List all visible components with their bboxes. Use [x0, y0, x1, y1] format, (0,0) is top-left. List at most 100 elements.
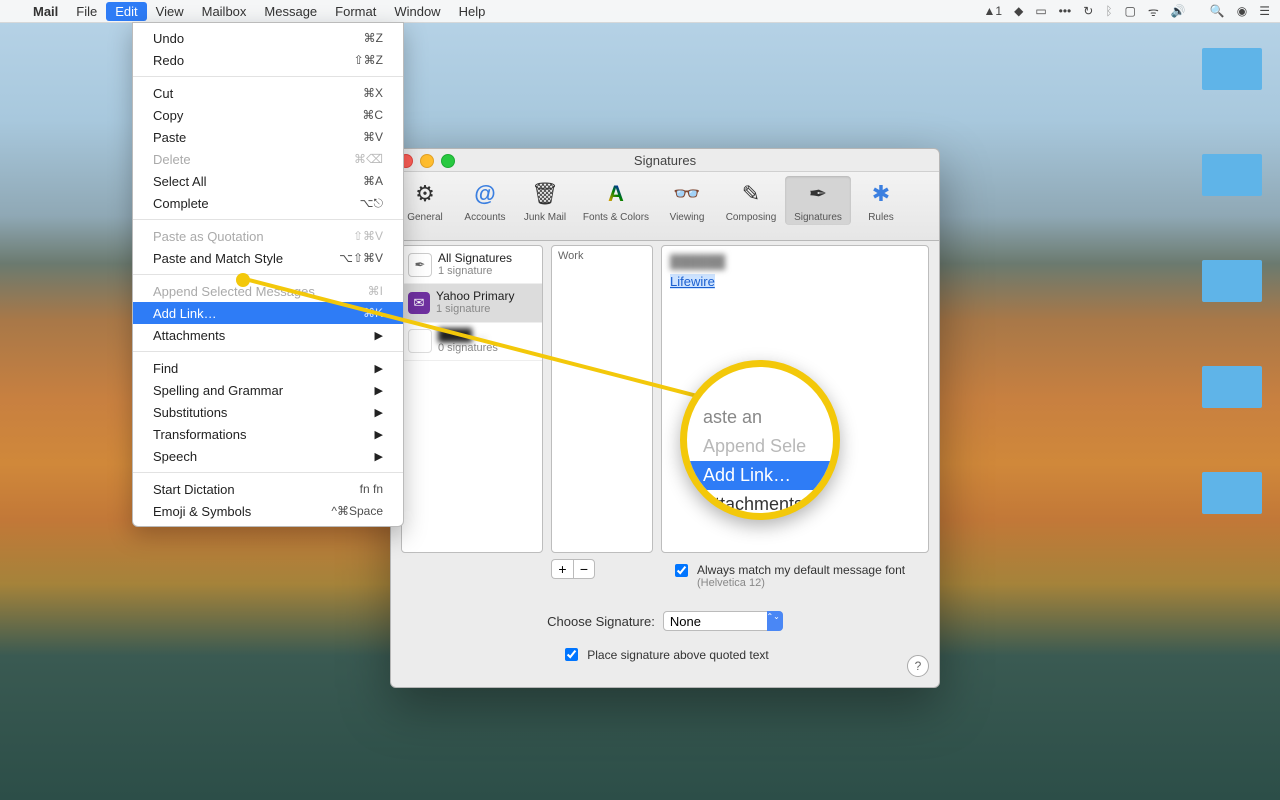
menu-find[interactable]: Find▶ — [133, 357, 403, 379]
menu-paste-quotation: Paste as Quotation⇧⌘V — [133, 225, 403, 247]
tab-composing[interactable]: ✎Composing — [717, 176, 785, 225]
account-yahoo[interactable]: ✉ Yahoo Primary1 signature — [402, 284, 542, 322]
rules-icon: ✱ — [865, 178, 897, 210]
annotation-dot — [236, 273, 250, 287]
dropbox-icon[interactable]: ◆ — [1014, 4, 1023, 18]
menu-delete: Delete⌘⌫ — [133, 148, 403, 170]
signatures-list[interactable]: Work — [551, 245, 653, 553]
place-above-row: Place signature above quoted text — [391, 645, 939, 664]
signatures-content: ✒︎ All Signatures1 signature ✉ Yahoo Pri… — [391, 237, 939, 687]
menubar-item-edit[interactable]: Edit — [106, 2, 146, 21]
volume-icon[interactable]: 🔊 — [1171, 4, 1186, 18]
widget-square — [1202, 366, 1262, 408]
signature-link[interactable]: Lifewire — [670, 274, 715, 289]
account-google[interactable]: G ████ …0 signatures — [402, 323, 542, 361]
display-icon[interactable]: ▭ — [1035, 4, 1046, 18]
accounts-list[interactable]: ✒︎ All Signatures1 signature ✉ Yahoo Pri… — [401, 245, 543, 553]
menu-complete[interactable]: Complete⌥⎋ — [133, 192, 403, 214]
signatures-window: Signatures ⚙︎General @Accounts 🗑Junk Mai… — [390, 148, 940, 688]
menu-copy[interactable]: Copy⌘C — [133, 104, 403, 126]
choose-signature-label: Choose Signature: — [547, 614, 655, 629]
menubar-item-message[interactable]: Message — [255, 2, 326, 21]
mail-icon: ✉ — [408, 292, 430, 314]
menu-undo[interactable]: Undo⌘Z — [133, 27, 403, 49]
google-icon: G — [408, 329, 432, 353]
preferences-toolbar: ⚙︎General @Accounts 🗑Junk Mail AFonts & … — [391, 172, 939, 241]
tab-rules[interactable]: ✱Rules — [851, 176, 911, 225]
adobe-icon[interactable]: ▲1 — [984, 4, 1003, 18]
tab-junk[interactable]: 🗑Junk Mail — [515, 176, 575, 225]
fonts-icon: A — [600, 178, 632, 210]
tab-fonts-colors[interactable]: AFonts & Colors — [575, 176, 657, 225]
window-title: Signatures — [391, 153, 939, 168]
edit-menu-dropdown: Undo⌘Z Redo⇧⌘Z Cut⌘X Copy⌘C Paste⌘V Dele… — [132, 22, 404, 527]
glasses-icon: 👓 — [671, 178, 703, 210]
signature-icon: ✒︎ — [802, 178, 834, 210]
menu-attachments[interactable]: Attachments▶ — [133, 324, 403, 346]
zoom-button[interactable] — [441, 154, 455, 168]
callout-row-paste: aste an — [687, 403, 833, 432]
menu-emoji-symbols[interactable]: Emoji & Symbols^⌘Space — [133, 500, 403, 522]
tab-signatures[interactable]: ✒︎Signatures — [785, 176, 851, 225]
menu-add-link[interactable]: Add Link…⌘K — [133, 302, 403, 324]
notification-center-icon[interactable]: ☰ — [1259, 4, 1270, 18]
spotlight-icon[interactable]: 🔍 — [1210, 4, 1225, 18]
widget-square — [1202, 260, 1262, 302]
place-above-checkbox[interactable] — [565, 648, 578, 661]
signature-list-item[interactable]: Work — [552, 246, 652, 266]
menubar-item-window[interactable]: Window — [385, 2, 449, 21]
pencil-icon: ✎ — [735, 178, 767, 210]
callout-row-add-link: Add Link… — [687, 461, 833, 490]
tab-accounts[interactable]: @Accounts — [455, 176, 515, 225]
menubar: Mail File Edit View Mailbox Message Form… — [0, 0, 1280, 23]
wifi-icon[interactable]: ᯤ — [1148, 3, 1159, 20]
bluetooth-icon[interactable]: ᛒ — [1105, 4, 1112, 18]
help-button[interactable]: ? — [907, 655, 929, 677]
menu-spelling[interactable]: Spelling and Grammar▶ — [133, 379, 403, 401]
tab-general[interactable]: ⚙︎General — [395, 176, 455, 225]
menu-speech[interactable]: Speech▶ — [133, 445, 403, 467]
menu-start-dictation[interactable]: Start Dictationfn fn — [133, 478, 403, 500]
menubar-item-file[interactable]: File — [67, 2, 106, 21]
menubar-item-help[interactable]: Help — [450, 2, 495, 21]
airplay-icon[interactable]: ▢ — [1125, 4, 1136, 18]
menu-substitutions[interactable]: Substitutions▶ — [133, 401, 403, 423]
trash-icon: 🗑 — [529, 178, 561, 210]
tab-viewing[interactable]: 👓Viewing — [657, 176, 717, 225]
menu-paste[interactable]: Paste⌘V — [133, 126, 403, 148]
gear-icon: ⚙︎ — [409, 178, 441, 210]
menu-paste-match-style[interactable]: Paste and Match Style⌥⇧⌘V — [133, 247, 403, 269]
at-icon: @ — [469, 178, 501, 210]
callout-row-append: Append Sele — [687, 432, 833, 461]
menubar-item-mailbox[interactable]: Mailbox — [193, 2, 256, 21]
window-titlebar[interactable]: Signatures — [391, 149, 939, 172]
always-match-font-label: Always match my default message font(Hel… — [697, 563, 905, 589]
add-signature-button[interactable]: + — [551, 559, 573, 579]
traffic-lights — [399, 154, 455, 168]
menu-cut[interactable]: Cut⌘X — [133, 82, 403, 104]
signature-icon: ✒︎ — [408, 253, 432, 277]
account-all-signatures[interactable]: ✒︎ All Signatures1 signature — [402, 246, 542, 284]
minimize-button[interactable] — [420, 154, 434, 168]
menubar-item-view[interactable]: View — [147, 2, 193, 21]
more-icon[interactable]: ••• — [1059, 4, 1072, 18]
menu-redo[interactable]: Redo⇧⌘Z — [133, 49, 403, 71]
widget-square — [1202, 48, 1262, 90]
menubar-right: ▲1 ◆ ▭ ••• ↻ ᛒ ▢ ᯤ 🔊 🔍 ◉ ☰ — [984, 3, 1271, 20]
choose-signature-row: Choose Signature: None — [391, 611, 939, 631]
choose-signature-select[interactable]: None — [663, 611, 783, 631]
always-match-font-checkbox[interactable] — [675, 564, 688, 577]
callout-magnifier: aste an Append Sele Add Link… Attachment… — [680, 360, 840, 520]
widget-square — [1202, 472, 1262, 514]
desktop-widget-stack — [1202, 48, 1262, 514]
menubar-app[interactable]: Mail — [24, 2, 67, 21]
desktop: Mail File Edit View Mailbox Message Form… — [0, 0, 1280, 800]
siri-icon[interactable]: ◉ — [1237, 4, 1247, 18]
signature-line-redacted: ██████ — [670, 254, 725, 269]
timemachine-icon[interactable]: ↻ — [1083, 4, 1093, 18]
remove-signature-button[interactable]: − — [573, 559, 595, 579]
menu-transformations[interactable]: Transformations▶ — [133, 423, 403, 445]
place-above-label: Place signature above quoted text — [587, 648, 768, 662]
menu-select-all[interactable]: Select All⌘A — [133, 170, 403, 192]
menubar-item-format[interactable]: Format — [326, 2, 385, 21]
